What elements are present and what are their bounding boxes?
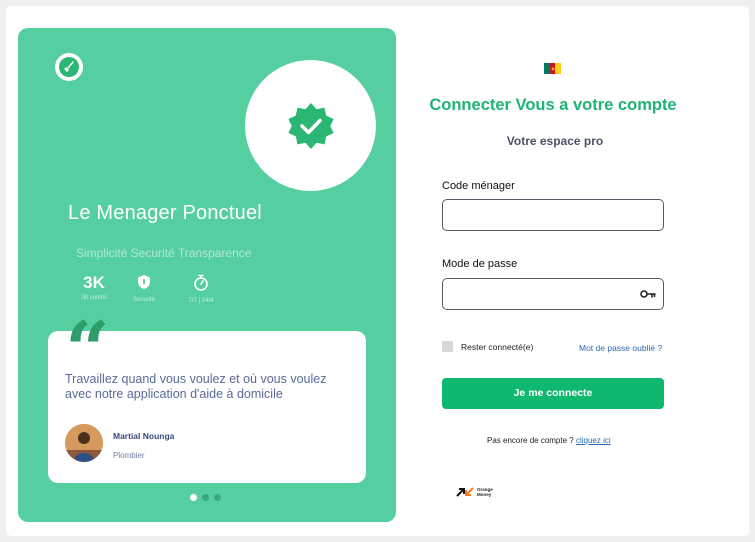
stat-clients: 3K Jilt comits: [78, 273, 110, 302]
shield-icon: [138, 275, 150, 289]
broom-icon: [64, 61, 74, 72]
login-subtitle: Votre espace pro: [506, 134, 604, 148]
code-label: Code ménager: [442, 180, 515, 192]
hero-panel: Le Menager Ponctuel Simplicité Securité …: [18, 28, 396, 522]
stat-security: Securité: [128, 274, 160, 303]
carousel-dot-3[interactable]: [214, 494, 221, 501]
quote-mark: “: [65, 305, 110, 396]
login-button[interactable]: Je me connecte: [442, 378, 664, 409]
remember-label: Rester connecté(e): [461, 341, 534, 352]
app-logo: [55, 53, 83, 81]
verified-badge: [245, 60, 376, 191]
testimonial-role: Plombier: [113, 451, 145, 460]
verified-check-badge-icon: [287, 102, 334, 149]
code-menager-input[interactable]: [442, 199, 664, 231]
testimonial-author: Martial Nounga: [113, 431, 175, 441]
carousel-dot-2[interactable]: [202, 494, 209, 501]
login-title: Connecter Vous a votre compte: [429, 96, 677, 114]
password-label: Mode de passe: [442, 258, 518, 270]
signup-text: Pas encore de compte ?: [487, 436, 574, 445]
stats-row: 3K Jilt comits Securité 7/7 | 24/4: [76, 274, 246, 308]
stat-label: Securité: [132, 297, 155, 303]
signup-link[interactable]: cliquez ici: [576, 436, 611, 445]
signup-prompt: Pas encore de compte ? cliquez ici: [487, 436, 611, 445]
stat-availability: 7/7 | 24/4: [184, 274, 218, 304]
stat-label: Jilt comits: [80, 295, 108, 301]
key-icon[interactable]: [640, 289, 656, 299]
orange-money-text: Orange Money: [477, 487, 493, 497]
brand-tagline: Simplicité Securité Transparence: [76, 246, 252, 260]
brand-title: Le Menager Ponctuel: [68, 202, 262, 224]
stopwatch-icon: [194, 274, 208, 291]
cameroon-flag-icon: [544, 63, 562, 74]
avatar: [65, 424, 103, 462]
password-input[interactable]: [442, 278, 664, 310]
carousel-dot-1[interactable]: [190, 494, 197, 501]
orange-money-logo: Orange Money: [456, 487, 499, 497]
forgot-password-link[interactable]: Mot de passe oublié ?: [579, 343, 662, 353]
remember-checkbox[interactable]: [442, 341, 453, 352]
stat-value: 3K: [83, 273, 105, 292]
avatar-image: [65, 424, 103, 462]
orange-money-icon: [456, 487, 474, 497]
stat-label: 7/7 | 24/4: [188, 298, 214, 304]
carousel-dots: [190, 494, 221, 501]
remember-me[interactable]: Rester connecté(e): [442, 341, 533, 352]
